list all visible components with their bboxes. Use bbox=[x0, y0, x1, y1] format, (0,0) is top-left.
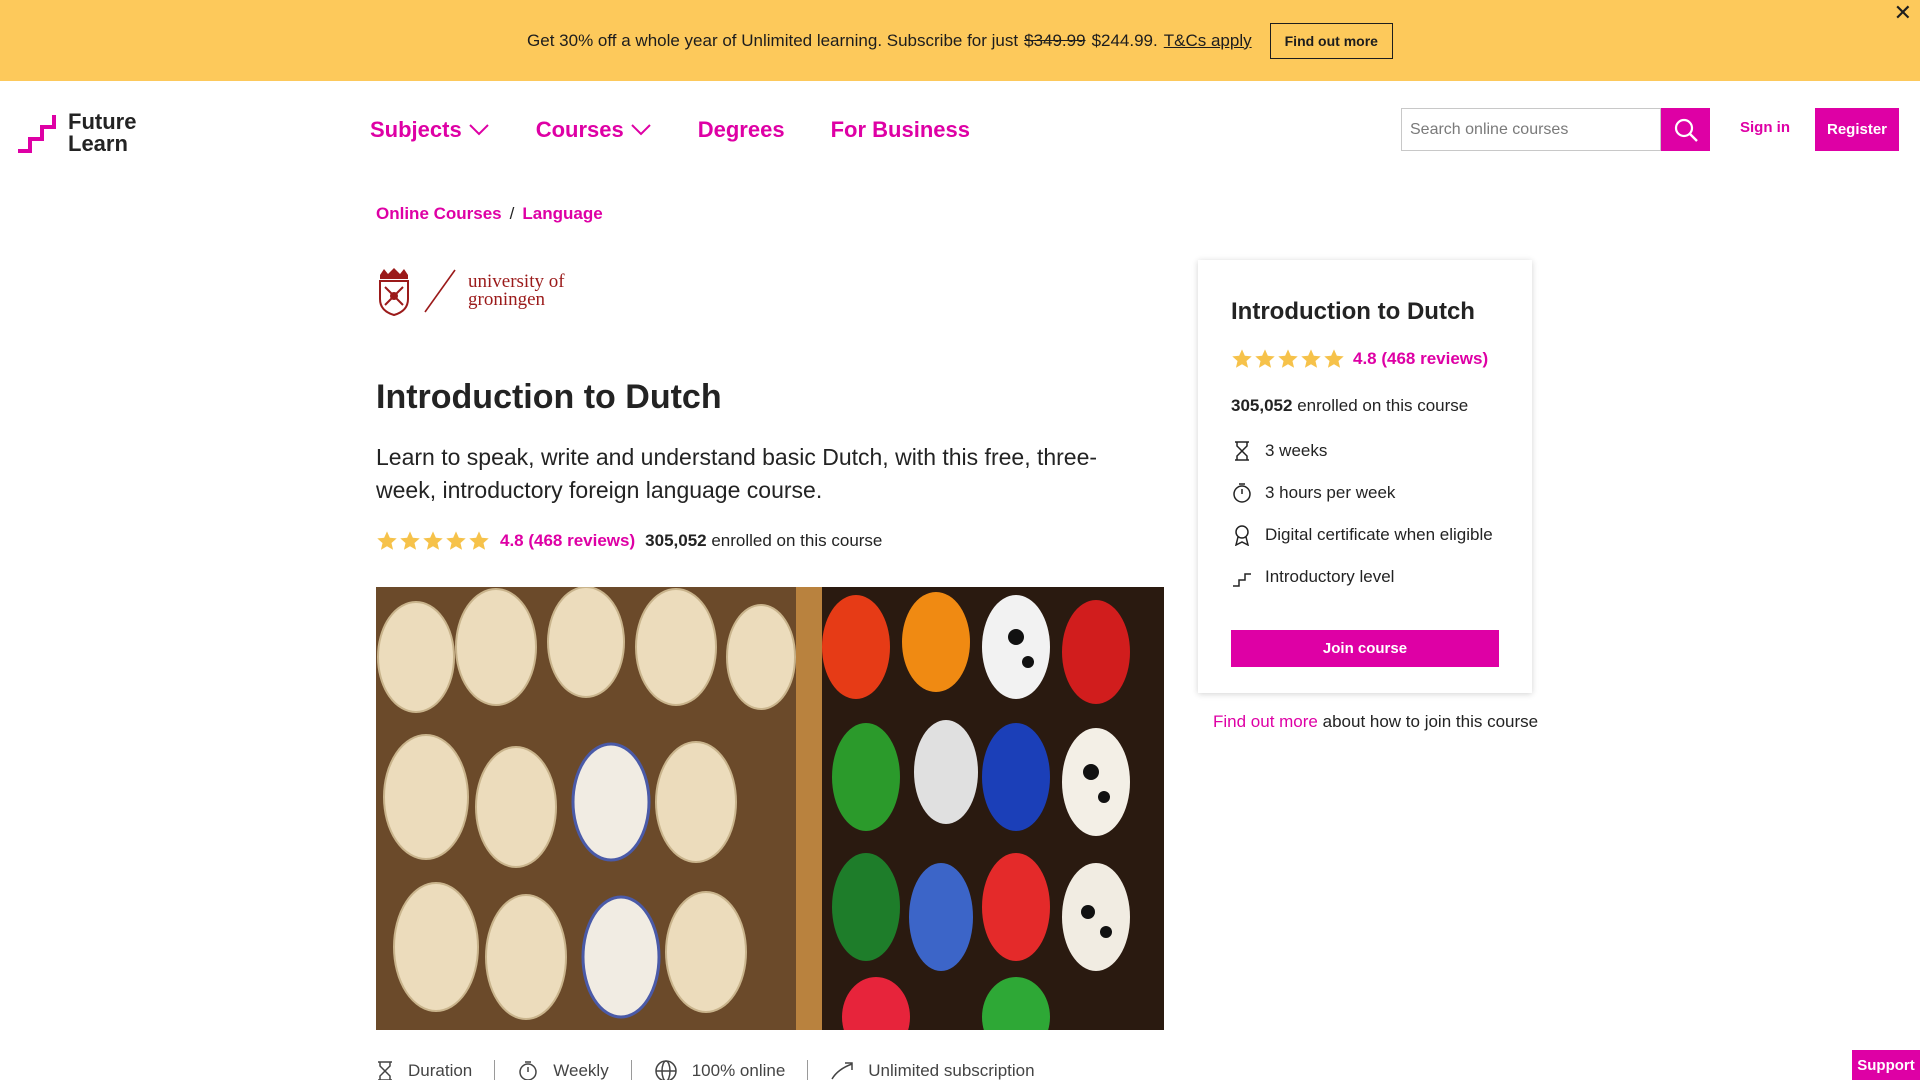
card-reviews-link[interactable]: 4.8 (468 reviews) bbox=[1353, 349, 1488, 369]
logo-text-line1: Future bbox=[68, 109, 137, 134]
breadcrumb-online-courses[interactable]: Online Courses bbox=[376, 204, 502, 224]
feature-online: 100% online bbox=[654, 1060, 809, 1080]
card-detail-level: Introductory level bbox=[1231, 556, 1499, 598]
card-detail-weekly-hours-label: 3 hours per week bbox=[1265, 483, 1396, 502]
futurelearn-logo[interactable]: Future Learn bbox=[16, 111, 136, 155]
promo-text: Get 30% off a whole year of Unlimited le… bbox=[527, 22, 1393, 59]
promo-find-out-more-button[interactable]: Find out more bbox=[1269, 22, 1393, 59]
stopwatch-icon bbox=[519, 1061, 538, 1080]
promo-message: Get 30% off a whole year of Unlimited le… bbox=[527, 30, 1019, 50]
course-title: Introduction to Dutch bbox=[376, 378, 722, 416]
reviews-link[interactable]: 4.8 (468 reviews) bbox=[500, 531, 635, 551]
nav-for-business[interactable]: For Business bbox=[831, 117, 970, 143]
card-rating: 4.8 (468 reviews) bbox=[1231, 348, 1499, 370]
nav-subjects[interactable]: Subjects bbox=[370, 117, 490, 143]
star-icon bbox=[1301, 349, 1321, 368]
close-icon[interactable]: ✕ bbox=[1894, 2, 1912, 24]
clogs-photo bbox=[376, 587, 1164, 1030]
card-rating-stars bbox=[1231, 348, 1345, 370]
enrolled-count: 305,052 enrolled on this course bbox=[645, 531, 882, 551]
stopwatch-icon bbox=[1233, 483, 1251, 503]
feature-duration: Duration bbox=[376, 1060, 496, 1080]
sign-in-link[interactable]: Sign in bbox=[1740, 119, 1790, 136]
promo-banner: Get 30% off a whole year of Unlimited le… bbox=[0, 0, 1920, 81]
course-features: Duration Weekly 100% online Unlimited su… bbox=[376, 1060, 1079, 1080]
star-icon bbox=[1255, 349, 1275, 368]
university-crest-icon bbox=[379, 268, 409, 317]
partner-name-line2: groningen bbox=[468, 289, 546, 310]
card-enrolled: 305,052 enrolled on this course bbox=[1231, 396, 1499, 416]
nav-subjects-label: Subjects bbox=[370, 117, 462, 142]
search-bar bbox=[1401, 108, 1710, 151]
register-button[interactable]: Register bbox=[1815, 108, 1899, 151]
feature-online-label: 100% online bbox=[691, 1061, 786, 1080]
support-button[interactable]: Support bbox=[1852, 1050, 1920, 1080]
card-enrolled-text: enrolled on this course bbox=[1297, 396, 1469, 415]
logo-text-line2: Learn bbox=[68, 131, 128, 156]
card-enrolled-number: 305,052 bbox=[1231, 396, 1293, 415]
card-detail-weekly-hours: 3 hours per week bbox=[1231, 472, 1499, 514]
enrolled-number: 305,052 bbox=[645, 531, 707, 550]
promo-old-price: $349.99 bbox=[1024, 30, 1086, 50]
star-icon bbox=[446, 531, 466, 550]
logo-steps-icon bbox=[18, 115, 56, 153]
feature-duration-label: Duration bbox=[408, 1061, 473, 1080]
card-detail-certificate-label: Digital certificate when eligible bbox=[1265, 525, 1493, 544]
breadcrumb: Online Courses / Language bbox=[376, 204, 603, 224]
card-detail-duration: 3 weeks bbox=[1231, 430, 1499, 472]
star-icon bbox=[1324, 349, 1344, 368]
partner-divider-slash bbox=[424, 269, 456, 313]
course-rating-row: 4.8 (468 reviews) 305,052 enrolled on th… bbox=[376, 530, 882, 552]
enrolled-text: enrolled on this course bbox=[711, 531, 883, 550]
card-detail-duration-label: 3 weeks bbox=[1265, 441, 1328, 460]
card-title: Introduction to Dutch bbox=[1231, 298, 1475, 325]
star-icon bbox=[377, 531, 397, 550]
feature-subscription: Unlimited subscription bbox=[830, 1060, 1056, 1080]
nav-courses[interactable]: Courses bbox=[536, 117, 652, 143]
nav-courses-label: Courses bbox=[535, 117, 624, 142]
main-nav: Subjects Courses Degrees For Business bbox=[370, 117, 970, 143]
site-header: Future Learn Subjects Courses Degrees Fo… bbox=[0, 81, 1920, 181]
partner-logo[interactable]: university of groningen bbox=[376, 265, 565, 317]
feature-subscription-label: Unlimited subscription bbox=[868, 1061, 1035, 1080]
join-find-out-more-link[interactable]: Find out more bbox=[1213, 712, 1318, 731]
course-summary-card: Introduction to Dutch 4.8 (468 reviews) … bbox=[1198, 260, 1532, 693]
star-icon bbox=[423, 531, 443, 550]
star-icon bbox=[469, 531, 489, 550]
join-course-button[interactable]: Join course bbox=[1231, 630, 1499, 667]
arrow-up-right-icon bbox=[831, 1062, 854, 1080]
card-details-list: 3 weeks 3 hours per week Digital certifi… bbox=[1231, 430, 1499, 598]
star-icon bbox=[1278, 349, 1298, 368]
rating-stars bbox=[376, 530, 490, 552]
certificate-icon bbox=[1234, 525, 1250, 546]
join-note: Find out more about how to join this cou… bbox=[1213, 712, 1538, 732]
feature-weekly-label: Weekly bbox=[553, 1061, 609, 1080]
hourglass-icon bbox=[1235, 441, 1249, 461]
breadcrumb-language[interactable]: Language bbox=[522, 204, 602, 224]
nav-for-business-label: For Business bbox=[830, 117, 970, 142]
promo-tcs-link[interactable]: T&Cs apply bbox=[1164, 31, 1252, 51]
globe-icon bbox=[654, 1060, 677, 1080]
card-detail-certificate: Digital certificate when eligible bbox=[1231, 514, 1499, 556]
star-icon bbox=[1232, 349, 1252, 368]
chevron-down-icon bbox=[631, 124, 651, 136]
breadcrumb-separator: / bbox=[509, 204, 515, 223]
join-note-text: about how to join this course bbox=[1322, 712, 1539, 731]
feature-weekly: Weekly bbox=[517, 1060, 632, 1080]
nav-degrees-label: Degrees bbox=[697, 117, 785, 142]
course-description: Learn to speak, write and understand bas… bbox=[376, 444, 1098, 503]
steps-icon bbox=[1233, 573, 1251, 587]
nav-degrees[interactable]: Degrees bbox=[698, 117, 785, 143]
hourglass-icon bbox=[378, 1061, 392, 1080]
search-button[interactable] bbox=[1661, 108, 1710, 151]
search-icon bbox=[1674, 118, 1698, 142]
card-detail-level-label: Introductory level bbox=[1265, 567, 1395, 586]
course-hero-image bbox=[376, 587, 1164, 1030]
chevron-down-icon bbox=[468, 124, 489, 136]
promo-new-price: $244.99. bbox=[1091, 30, 1158, 50]
search-input[interactable] bbox=[1401, 108, 1661, 151]
star-icon bbox=[400, 531, 420, 550]
